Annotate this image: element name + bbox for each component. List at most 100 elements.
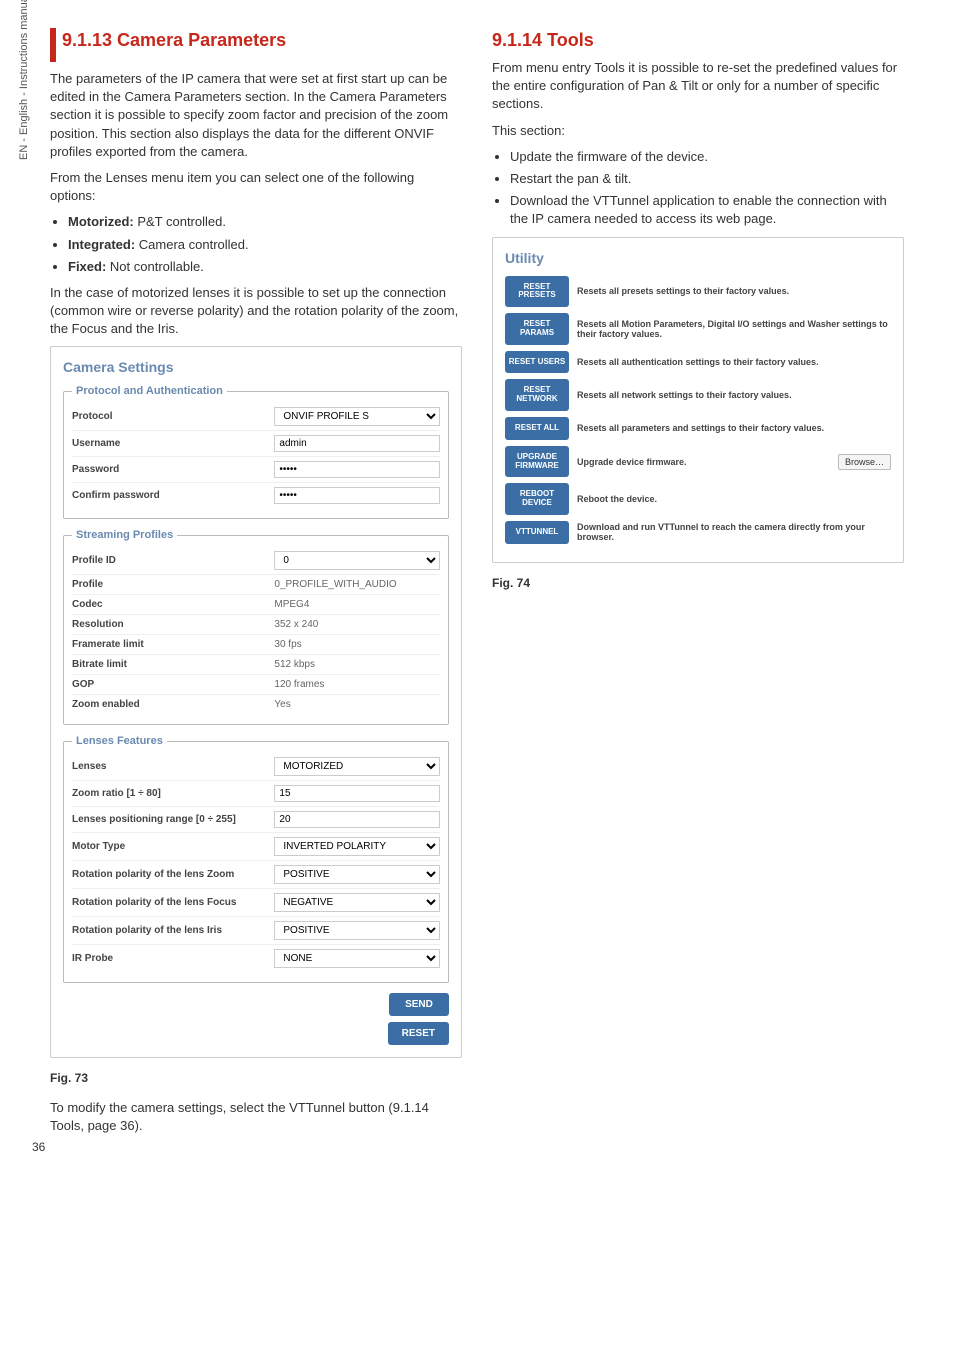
list-item-vttunnel: Download the VTTunnel application to ena… xyxy=(510,192,904,228)
utility-row-params: RESET PARAMS Resets all Motion Parameters… xyxy=(505,313,891,345)
label-rot-zoom: Rotation polarity of the lens Zoom xyxy=(72,869,274,880)
label-integrated: Integrated: xyxy=(68,237,135,252)
reset-params-text: Resets all Motion Parameters, Digital I/… xyxy=(577,319,891,339)
side-rotated-text: EN - English - Instructions manual xyxy=(18,0,30,160)
select-protocol[interactable]: ONVIF PROFILE S xyxy=(274,407,440,426)
row-bitrate: Bitrate limit512 kbps xyxy=(72,655,440,675)
reset-network-button[interactable]: RESET NETWORK xyxy=(505,379,569,411)
browse-button[interactable]: Browse… xyxy=(838,454,891,470)
label-rot-iris: Rotation polarity of the lens Iris xyxy=(72,925,274,936)
label-protocol: Protocol xyxy=(72,411,274,422)
input-positioning-range[interactable] xyxy=(274,811,440,828)
value-bitrate: 512 kbps xyxy=(274,659,440,670)
value-resolution: 352 x 240 xyxy=(274,619,440,630)
row-password: Password xyxy=(72,457,440,483)
send-button[interactable]: SEND xyxy=(389,993,449,1016)
select-lenses[interactable]: MOTORIZED xyxy=(274,757,440,776)
value-profile: 0_PROFILE_WITH_AUDIO xyxy=(274,579,440,590)
select-rot-iris[interactable]: POSITIVE xyxy=(274,921,440,940)
select-ir-probe[interactable]: NONE xyxy=(274,949,440,968)
row-positioning-range: Lenses positioning range [0 ÷ 255] xyxy=(72,807,440,833)
label-password: Password xyxy=(72,464,274,475)
list-item-motorized: Motorized: P&T controlled. xyxy=(68,213,462,231)
value-zoom-enabled: Yes xyxy=(274,699,440,710)
list-item-integrated: Integrated: Camera controlled. xyxy=(68,236,462,254)
input-username[interactable] xyxy=(274,435,440,452)
vttunnel-button[interactable]: VTTUNNEL xyxy=(505,521,569,544)
utility-box: Utility RESET PRESETS Resets all presets … xyxy=(492,237,904,563)
protocol-auth-legend: Protocol and Authentication xyxy=(72,385,227,397)
paragraph-motorized-lenses: In the case of motorized lenses it is po… xyxy=(50,284,462,339)
row-lenses: LensesMOTORIZED xyxy=(72,753,440,781)
input-confirm[interactable] xyxy=(274,487,440,504)
paragraph-camera-intro: The parameters of the IP camera that wer… xyxy=(50,70,462,161)
input-zoom-ratio[interactable] xyxy=(274,785,440,802)
streaming-profiles-legend: Streaming Profiles xyxy=(72,529,177,541)
row-gop: GOP120 frames xyxy=(72,675,440,695)
utility-row-network: RESET NETWORK Resets all network settings… xyxy=(505,379,891,411)
right-column: 9.1.14 Tools From menu entry Tools it is… xyxy=(492,30,904,1144)
row-rot-focus: Rotation polarity of the lens FocusNEGAT… xyxy=(72,889,440,917)
label-codec: Codec xyxy=(72,599,274,610)
input-password[interactable] xyxy=(274,461,440,478)
reset-presets-button[interactable]: RESET PRESETS xyxy=(505,276,569,308)
streaming-profiles-fieldset: Streaming Profiles Profile ID0 Profile0_… xyxy=(63,529,449,725)
heading-accent-bar xyxy=(50,28,56,62)
select-profile-id[interactable]: 0 xyxy=(274,551,440,570)
reboot-device-button[interactable]: REBOOT DEVICE xyxy=(505,483,569,515)
row-profile: Profile0_PROFILE_WITH_AUDIO xyxy=(72,575,440,595)
row-protocol: ProtocolONVIF PROFILE S xyxy=(72,403,440,431)
reset-button[interactable]: RESET xyxy=(388,1022,449,1045)
utility-title: Utility xyxy=(505,250,891,266)
upgrade-firmware-text: Upgrade device firmware. xyxy=(577,457,838,467)
section-heading-tools: 9.1.14 Tools xyxy=(492,30,904,51)
paragraph-vttunnel-ref: To modify the camera settings, select th… xyxy=(50,1099,462,1135)
reset-all-text: Resets all parameters and settings to th… xyxy=(577,423,891,433)
lenses-features-legend: Lenses Features xyxy=(72,735,167,747)
label-rot-focus: Rotation polarity of the lens Focus xyxy=(72,897,274,908)
list-item-firmware: Update the firmware of the device. xyxy=(510,148,904,166)
upgrade-firmware-button[interactable]: UPGRADE FIRMWARE xyxy=(505,446,569,478)
reboot-device-text: Reboot the device. xyxy=(577,494,891,504)
row-rot-zoom: Rotation polarity of the lens ZoomPOSITI… xyxy=(72,861,440,889)
camera-settings-title: Camera Settings xyxy=(63,359,449,375)
utility-row-reboot: REBOOT DEVICE Reboot the device. xyxy=(505,483,891,515)
protocol-auth-fieldset: Protocol and Authentication ProtocolONVI… xyxy=(63,385,449,519)
select-rot-focus[interactable]: NEGATIVE xyxy=(274,893,440,912)
label-profile: Profile xyxy=(72,579,274,590)
list-item-restart: Restart the pan & tilt. xyxy=(510,170,904,188)
two-column-layout: 9.1.13 Camera Parameters The parameters … xyxy=(50,30,904,1144)
row-rot-iris: Rotation polarity of the lens IrisPOSITI… xyxy=(72,917,440,945)
camera-settings-box: Camera Settings Protocol and Authenticat… xyxy=(50,346,462,1058)
reset-presets-text: Resets all presets settings to their fac… xyxy=(577,286,891,296)
select-motor-type[interactable]: INVERTED POLARITY xyxy=(274,837,440,856)
label-motor-type: Motor Type xyxy=(72,841,274,852)
row-username: Username xyxy=(72,431,440,457)
lenses-features-fieldset: Lenses Features LensesMOTORIZED Zoom rat… xyxy=(63,735,449,983)
reset-all-button[interactable]: RESET ALL xyxy=(505,417,569,440)
utility-row-all: RESET ALL Resets all parameters and setti… xyxy=(505,417,891,440)
select-rot-zoom[interactable]: POSITIVE xyxy=(274,865,440,884)
label-ir-probe: IR Probe xyxy=(72,953,274,964)
label-bitrate: Bitrate limit xyxy=(72,659,274,670)
label-zoom-ratio: Zoom ratio [1 ÷ 80] xyxy=(72,788,274,799)
row-zoom-ratio: Zoom ratio [1 ÷ 80] xyxy=(72,781,440,807)
reset-users-button[interactable]: RESET USERS xyxy=(505,351,569,374)
label-positioning-range: Lenses positioning range [0 ÷ 255] xyxy=(72,814,274,825)
paragraph-tools-intro: From menu entry Tools it is possible to … xyxy=(492,59,904,114)
page-number: 36 xyxy=(32,1140,45,1154)
label-confirm: Confirm password xyxy=(72,490,274,501)
label-lenses: Lenses xyxy=(72,761,274,772)
text-motorized: P&T controlled. xyxy=(134,214,226,229)
reset-params-button[interactable]: RESET PARAMS xyxy=(505,313,569,345)
label-framerate: Framerate limit xyxy=(72,639,274,650)
reset-network-text: Resets all network settings to their fac… xyxy=(577,390,891,400)
row-zoom-enabled: Zoom enabledYes xyxy=(72,695,440,714)
paragraph-lenses-menu: From the Lenses menu item you can select… xyxy=(50,169,462,205)
lens-options-list: Motorized: P&T controlled. Integrated: C… xyxy=(68,213,462,276)
figure-caption-74: Fig. 74 xyxy=(492,575,904,592)
heading-text: 9.1.13 Camera Parameters xyxy=(62,30,286,50)
utility-row-presets: RESET PRESETS Resets all presets settings… xyxy=(505,276,891,308)
section-heading-camera-params: 9.1.13 Camera Parameters xyxy=(50,30,462,62)
label-zoom-enabled: Zoom enabled xyxy=(72,699,274,710)
